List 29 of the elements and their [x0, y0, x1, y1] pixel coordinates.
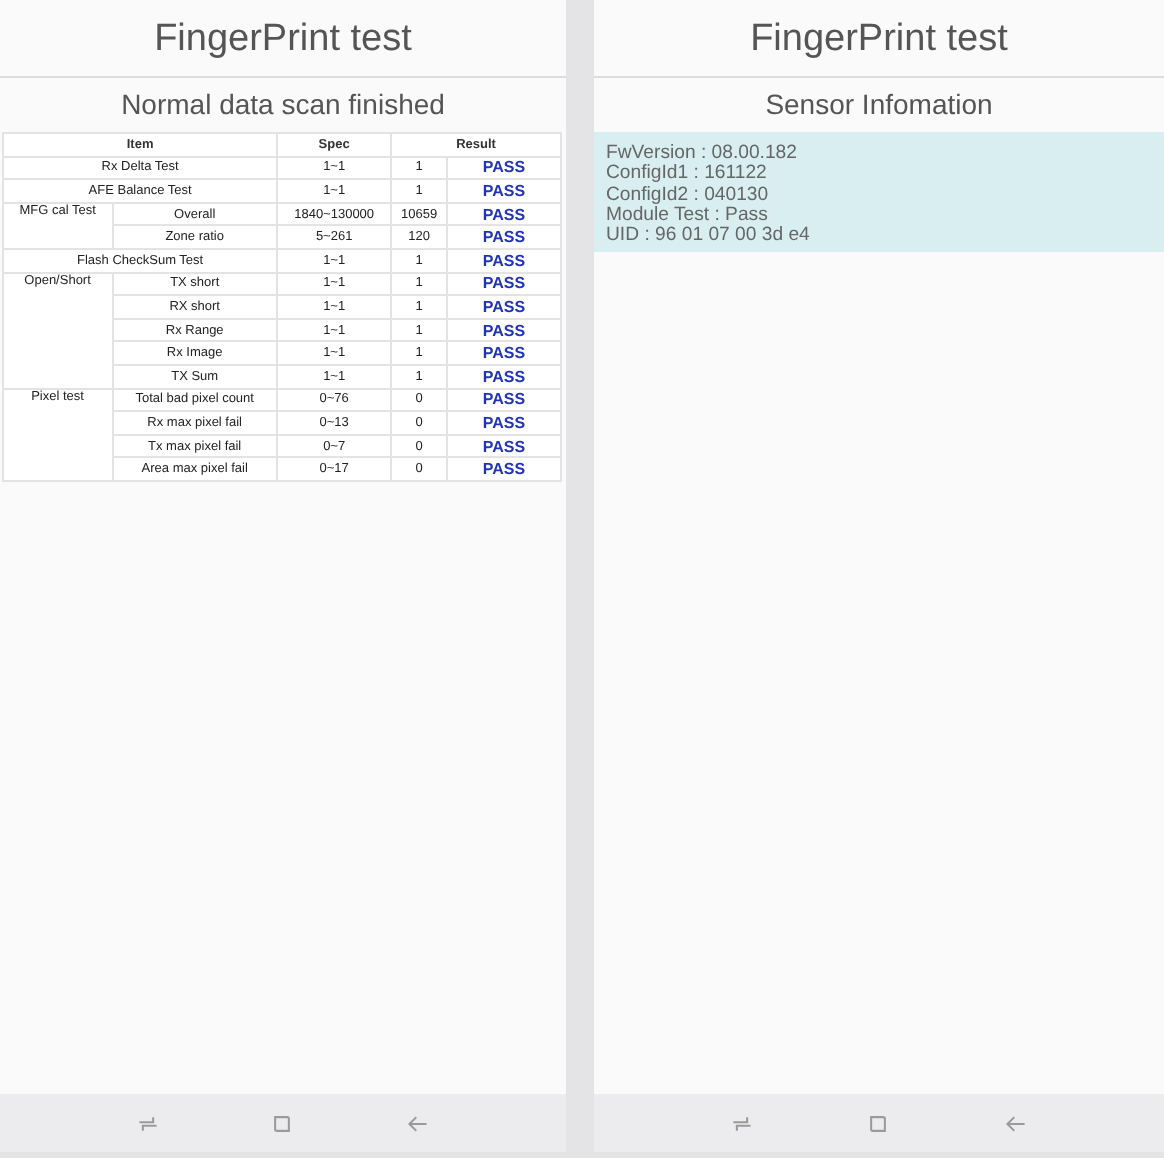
- back-icon[interactable]: [1003, 1111, 1028, 1135]
- status-cell: PASS: [447, 364, 561, 389]
- info-line: ConfigId2 : 040130: [606, 185, 771, 206]
- status-cell: PASS: [447, 388, 561, 412]
- info-line: Module Test : Pass: [606, 205, 770, 226]
- home-icon[interactable]: [270, 1111, 295, 1135]
- recents-icon[interactable]: [135, 1111, 160, 1135]
- status-cell: PASS: [447, 225, 561, 249]
- info-line: ConfigId1 : 161122: [606, 164, 769, 186]
- section-title: Sensor Infomation: [763, 86, 995, 124]
- status-cell: PASS: [447, 156, 561, 180]
- status-cell: PASS: [447, 202, 561, 226]
- back-icon[interactable]: [406, 1111, 431, 1135]
- section-title: Normal data scan finished: [119, 86, 447, 124]
- status-cell: PASS: [447, 434, 561, 458]
- recents-icon[interactable]: [730, 1111, 755, 1135]
- status-cell: PASS: [447, 295, 561, 319]
- info-line: UID : 96 01 07 00 3d e4: [606, 226, 812, 247]
- status-cell: PASS: [447, 341, 561, 365]
- status-cell: PASS: [447, 411, 561, 435]
- home-icon[interactable]: [866, 1111, 891, 1135]
- status-cell: PASS: [447, 179, 561, 203]
- status-cell: PASS: [447, 272, 561, 296]
- info-line: FwVersion : 08.00.182: [606, 144, 799, 164]
- app-title: FingerPrint test: [594, 0, 1164, 78]
- app-title: FingerPrint test: [0, 0, 566, 78]
- status-cell: PASS: [447, 457, 561, 481]
- status-cell: PASS: [447, 248, 561, 273]
- status-cell: PASS: [447, 318, 561, 342]
